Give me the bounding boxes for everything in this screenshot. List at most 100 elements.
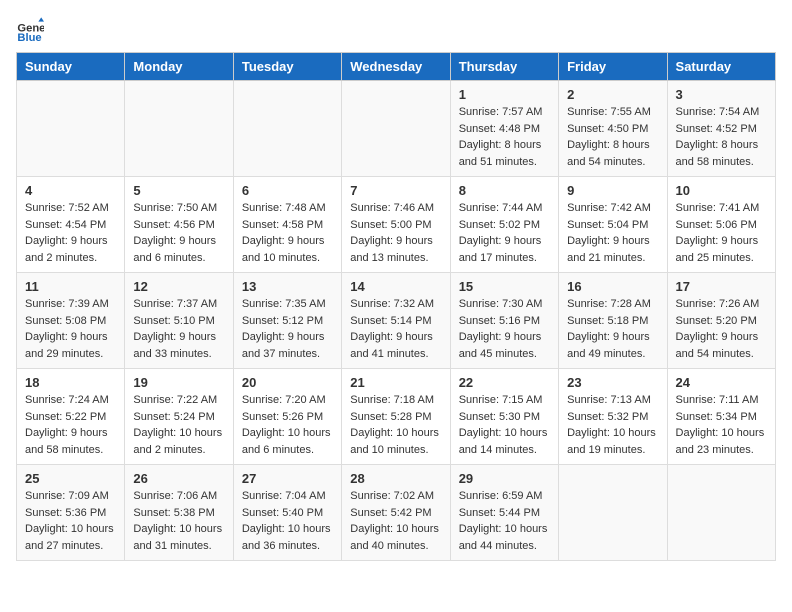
day-info: Sunrise: 7:50 AM Sunset: 4:56 PM Dayligh… [133,200,224,266]
calendar-cell: 13 Sunrise: 7:35 AM Sunset: 5:12 PM Dayli… [233,273,341,369]
weekday-header-thursday: Thursday [450,53,558,81]
calendar-cell: 24 Sunrise: 7:11 AM Sunset: 5:34 PM Dayli… [667,369,775,465]
weekday-header-tuesday: Tuesday [233,53,341,81]
day-number: 2 [567,87,658,102]
day-info: Sunrise: 7:22 AM Sunset: 5:24 PM Dayligh… [133,392,224,458]
day-info: Sunrise: 7:30 AM Sunset: 5:16 PM Dayligh… [459,296,550,362]
day-number: 3 [676,87,767,102]
day-number: 11 [25,279,116,294]
calendar-cell: 9 Sunrise: 7:42 AM Sunset: 5:04 PM Daylig… [559,177,667,273]
day-number: 16 [567,279,658,294]
day-number: 20 [242,375,333,390]
day-info: Sunrise: 7:42 AM Sunset: 5:04 PM Dayligh… [567,200,658,266]
day-info: Sunrise: 7:24 AM Sunset: 5:22 PM Dayligh… [25,392,116,458]
logo-icon: General Blue [16,16,44,44]
day-number: 4 [25,183,116,198]
calendar-week-row: 11 Sunrise: 7:39 AM Sunset: 5:08 PM Dayli… [17,273,776,369]
calendar-cell: 2Sunrise: 7:55 AM Sunset: 4:50 PM Daylig… [559,81,667,177]
day-info: Sunrise: 7:52 AM Sunset: 4:54 PM Dayligh… [25,200,116,266]
day-number: 27 [242,471,333,486]
calendar-cell: 5Sunrise: 7:50 AM Sunset: 4:56 PM Daylig… [125,177,233,273]
calendar-cell: 17 Sunrise: 7:26 AM Sunset: 5:20 PM Dayli… [667,273,775,369]
day-number: 17 [676,279,767,294]
calendar-cell: 27 Sunrise: 7:04 AM Sunset: 5:40 PM Dayli… [233,465,341,561]
calendar-cell: 7 Sunrise: 7:46 AM Sunset: 5:00 PM Daylig… [342,177,450,273]
day-number: 6 [242,183,333,198]
calendar-cell: 28 Sunrise: 7:02 AM Sunset: 5:42 PM Dayli… [342,465,450,561]
day-number: 25 [25,471,116,486]
calendar-cell [667,465,775,561]
calendar-cell [125,81,233,177]
day-number: 1 [459,87,550,102]
day-info: Sunrise: 7:18 AM Sunset: 5:28 PM Dayligh… [350,392,441,458]
day-number: 23 [567,375,658,390]
day-number: 18 [25,375,116,390]
calendar-cell: 6 Sunrise: 7:48 AM Sunset: 4:58 PM Daylig… [233,177,341,273]
calendar-cell: 29 Sunrise: 6:59 AM Sunset: 5:44 PM Dayli… [450,465,558,561]
page-header: General Blue [16,16,776,44]
calendar-cell: 20 Sunrise: 7:20 AM Sunset: 5:26 PM Dayli… [233,369,341,465]
calendar-cell: 18 Sunrise: 7:24 AM Sunset: 5:22 PM Dayli… [17,369,125,465]
day-number: 29 [459,471,550,486]
day-number: 19 [133,375,224,390]
day-number: 21 [350,375,441,390]
calendar-cell: 16 Sunrise: 7:28 AM Sunset: 5:18 PM Dayli… [559,273,667,369]
calendar-cell: 1Sunrise: 7:57 AM Sunset: 4:48 PM Daylig… [450,81,558,177]
weekday-header-saturday: Saturday [667,53,775,81]
calendar-cell: 19 Sunrise: 7:22 AM Sunset: 5:24 PM Dayli… [125,369,233,465]
day-number: 8 [459,183,550,198]
day-number: 15 [459,279,550,294]
calendar-cell [17,81,125,177]
calendar-cell: 23 Sunrise: 7:13 AM Sunset: 5:32 PM Dayli… [559,369,667,465]
day-info: Sunrise: 7:32 AM Sunset: 5:14 PM Dayligh… [350,296,441,362]
day-number: 13 [242,279,333,294]
weekday-header-wednesday: Wednesday [342,53,450,81]
calendar-cell: 15 Sunrise: 7:30 AM Sunset: 5:16 PM Dayli… [450,273,558,369]
day-info: Sunrise: 7:04 AM Sunset: 5:40 PM Dayligh… [242,488,333,554]
day-info: Sunrise: 7:13 AM Sunset: 5:32 PM Dayligh… [567,392,658,458]
day-info: Sunrise: 6:59 AM Sunset: 5:44 PM Dayligh… [459,488,550,554]
day-info: Sunrise: 7:37 AM Sunset: 5:10 PM Dayligh… [133,296,224,362]
calendar-cell [559,465,667,561]
day-number: 9 [567,183,658,198]
day-number: 26 [133,471,224,486]
calendar-cell: 3 Sunrise: 7:54 AM Sunset: 4:52 PM Daylig… [667,81,775,177]
calendar-week-row: 1Sunrise: 7:57 AM Sunset: 4:48 PM Daylig… [17,81,776,177]
weekday-header-friday: Friday [559,53,667,81]
day-info: Sunrise: 7:39 AM Sunset: 5:08 PM Dayligh… [25,296,116,362]
day-info: Sunrise: 7:06 AM Sunset: 5:38 PM Dayligh… [133,488,224,554]
day-number: 22 [459,375,550,390]
calendar-cell: 14 Sunrise: 7:32 AM Sunset: 5:14 PM Dayli… [342,273,450,369]
day-number: 10 [676,183,767,198]
day-info: Sunrise: 7:41 AM Sunset: 5:06 PM Dayligh… [676,200,767,266]
calendar-week-row: 18 Sunrise: 7:24 AM Sunset: 5:22 PM Dayli… [17,369,776,465]
day-info: Sunrise: 7:35 AM Sunset: 5:12 PM Dayligh… [242,296,333,362]
day-info: Sunrise: 7:20 AM Sunset: 5:26 PM Dayligh… [242,392,333,458]
day-info: Sunrise: 7:54 AM Sunset: 4:52 PM Dayligh… [676,104,767,170]
calendar-cell [233,81,341,177]
calendar-cell [342,81,450,177]
day-info: Sunrise: 7:48 AM Sunset: 4:58 PM Dayligh… [242,200,333,266]
day-info: Sunrise: 7:28 AM Sunset: 5:18 PM Dayligh… [567,296,658,362]
day-info: Sunrise: 7:44 AM Sunset: 5:02 PM Dayligh… [459,200,550,266]
calendar-cell: 4 Sunrise: 7:52 AM Sunset: 4:54 PM Daylig… [17,177,125,273]
weekday-header-sunday: Sunday [17,53,125,81]
day-number: 12 [133,279,224,294]
day-info: Sunrise: 7:11 AM Sunset: 5:34 PM Dayligh… [676,392,767,458]
day-info: Sunrise: 7:09 AM Sunset: 5:36 PM Dayligh… [25,488,116,554]
day-info: Sunrise: 7:26 AM Sunset: 5:20 PM Dayligh… [676,296,767,362]
day-info: Sunrise: 7:02 AM Sunset: 5:42 PM Dayligh… [350,488,441,554]
calendar-table: SundayMondayTuesdayWednesdayThursdayFrid… [16,52,776,561]
day-number: 14 [350,279,441,294]
calendar-cell: 10 Sunrise: 7:41 AM Sunset: 5:06 PM Dayli… [667,177,775,273]
calendar-cell: 26 Sunrise: 7:06 AM Sunset: 5:38 PM Dayli… [125,465,233,561]
logo: General Blue [16,16,48,44]
calendar-cell: 12 Sunrise: 7:37 AM Sunset: 5:10 PM Dayli… [125,273,233,369]
calendar-cell: 21 Sunrise: 7:18 AM Sunset: 5:28 PM Dayli… [342,369,450,465]
svg-text:Blue: Blue [17,32,41,44]
calendar-cell: 25 Sunrise: 7:09 AM Sunset: 5:36 PM Dayli… [17,465,125,561]
day-number: 28 [350,471,441,486]
day-number: 24 [676,375,767,390]
day-number: 7 [350,183,441,198]
day-info: Sunrise: 7:46 AM Sunset: 5:00 PM Dayligh… [350,200,441,266]
